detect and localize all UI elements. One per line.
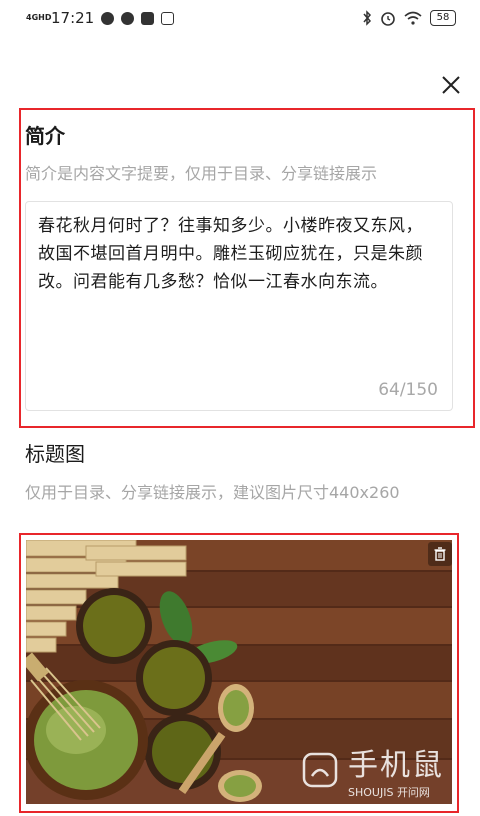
- watermark-sub-line: SHOUJIS 开问网: [348, 784, 444, 800]
- close-icon: [442, 76, 460, 94]
- bluetooth-icon: [363, 10, 372, 26]
- status-right: 58: [362, 10, 456, 26]
- app-notification-icon: [101, 11, 115, 25]
- battery-indicator: 58: [430, 10, 456, 26]
- watermark-logo-icon: [302, 752, 338, 788]
- network-indicator: 4GHD: [26, 13, 52, 22]
- cover-title: 标题图: [25, 442, 85, 466]
- status-time: 17:21: [51, 9, 95, 27]
- gallery-notification-icon: [161, 11, 175, 25]
- mail-notification-icon: [141, 11, 155, 25]
- intro-text: 春花秋月何时了？往事知多少。小楼昨夜又东风，故国不堪回首月明中。雕栏玉砌应犹在，…: [38, 216, 423, 292]
- cover-description: 仅用于目录、分享链接展示，建议图片尺寸440x260: [25, 483, 400, 502]
- watermark: 手机鼠 SHOUJIS 开问网: [300, 740, 444, 800]
- intro-title: 简介: [25, 124, 65, 148]
- intro-edit-page: 4GHD 17:21 58 简介 简介是内容文字提要，仅用于目录、分享链接展示 …: [0, 0, 480, 816]
- message-notification-icon: [121, 11, 135, 25]
- status-left: 4GHD 17:21: [26, 9, 175, 27]
- alarm-icon: [381, 12, 395, 26]
- watermark-text-group: 手机鼠 SHOUJIS 开问网: [348, 740, 444, 800]
- char-counter: 64/150: [378, 380, 438, 400]
- intro-description: 简介是内容文字提要，仅用于目录、分享链接展示: [25, 164, 378, 183]
- intro-textarea[interactable]: 春花秋月何时了？往事知多少。小楼昨夜又东风，故国不堪回首月明中。雕栏玉砌应犹在，…: [25, 201, 453, 411]
- status-bar: 4GHD 17:21 58: [0, 0, 480, 36]
- delete-image-button[interactable]: [428, 542, 452, 566]
- watermark-brand: 手机鼠: [348, 748, 444, 783]
- wifi-icon: [404, 11, 422, 25]
- watermark-sub: SHOUJIS: [348, 786, 394, 799]
- close-button[interactable]: [438, 72, 464, 98]
- trash-icon: [434, 547, 446, 561]
- watermark-tag: 开问网: [396, 786, 430, 799]
